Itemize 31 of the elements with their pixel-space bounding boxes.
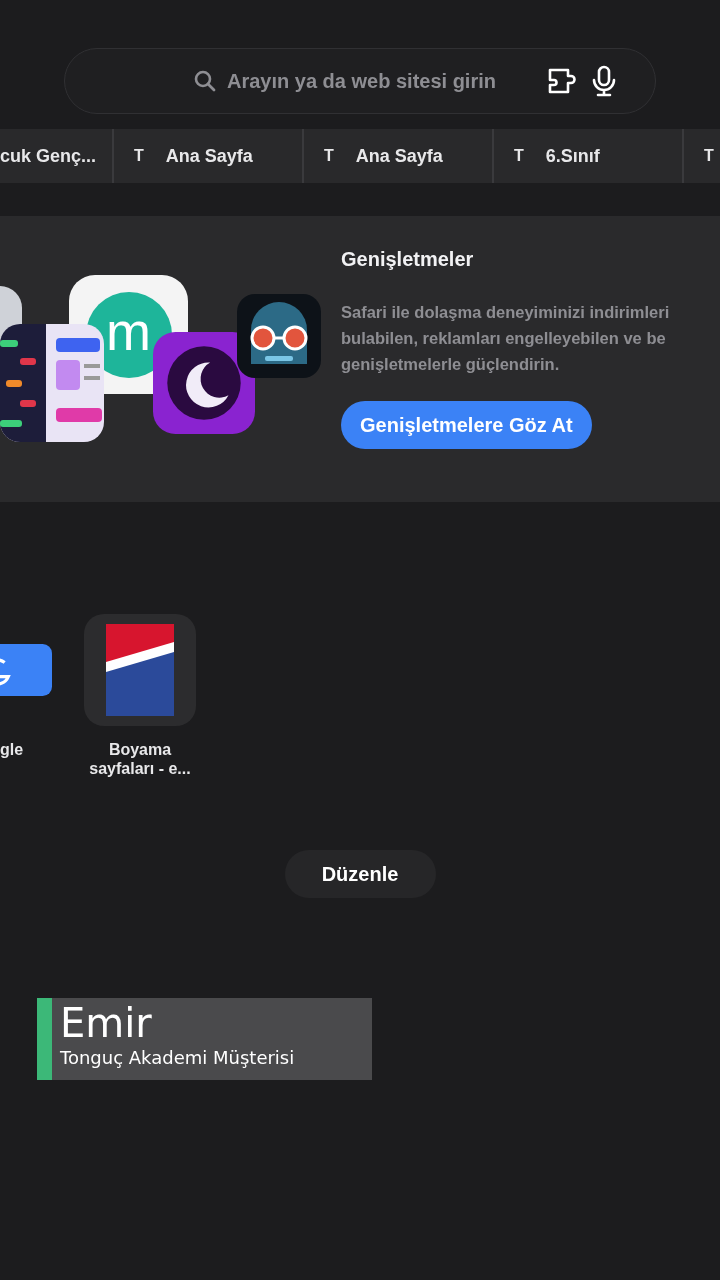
- robot-app-icon: [237, 294, 321, 378]
- edit-button[interactable]: Düzenle: [284, 850, 436, 898]
- tab-favicon: T: [134, 147, 144, 165]
- card-title: Genişletmeler: [341, 248, 475, 271]
- favorite-label: Boyama sayfaları - e...: [88, 740, 192, 778]
- tab-title: cuk Genç...: [0, 145, 97, 167]
- tab-favicon: T: [704, 147, 714, 165]
- tab-title: Ana Sayfa: [355, 145, 443, 167]
- browser-tab[interactable]: T Ana Sayfa: [304, 129, 494, 183]
- card-description: Safari ile dolaşma deneyiminizi indirimleri: [341, 302, 670, 323]
- caption-subtitle: Tonguç Akademi Müşterisi: [60, 1046, 296, 1070]
- tab-title: Ana Sayfa: [165, 145, 253, 167]
- favorite-tile[interactable]: [84, 614, 196, 726]
- search-input[interactable]: Arayın ya da web sitesi girin: [227, 69, 537, 93]
- browse-extensions-button[interactable]: Genişletmelere Göz At: [341, 401, 592, 449]
- card-description: genişletmelerle güçlendirin.: [341, 354, 561, 375]
- favorite-label: gle: [0, 740, 24, 759]
- search-icon: [193, 69, 217, 93]
- tab-favicon: T: [514, 147, 524, 165]
- card-description: bulabilen, reklamları engelleyebilen ve be: [341, 328, 667, 349]
- tab-title: 6.Sınıf: [545, 145, 600, 167]
- tab-favicon: T: [324, 147, 334, 165]
- search-bar[interactable]: Arayın ya da web sitesi girin: [64, 48, 656, 114]
- browser-tab[interactable]: T Ana Sayfa: [114, 129, 304, 183]
- flag-stripes-icon: [106, 624, 174, 716]
- microphone-icon[interactable]: [591, 65, 617, 97]
- browser-tab[interactable]: T 6.Sınıf: [494, 129, 684, 183]
- layout-app-icon: [0, 324, 104, 442]
- caption-name: Emir: [60, 1000, 153, 1046]
- browser-tab[interactable]: cuk Genç...: [0, 129, 114, 183]
- browser-tab[interactable]: T: [684, 129, 720, 183]
